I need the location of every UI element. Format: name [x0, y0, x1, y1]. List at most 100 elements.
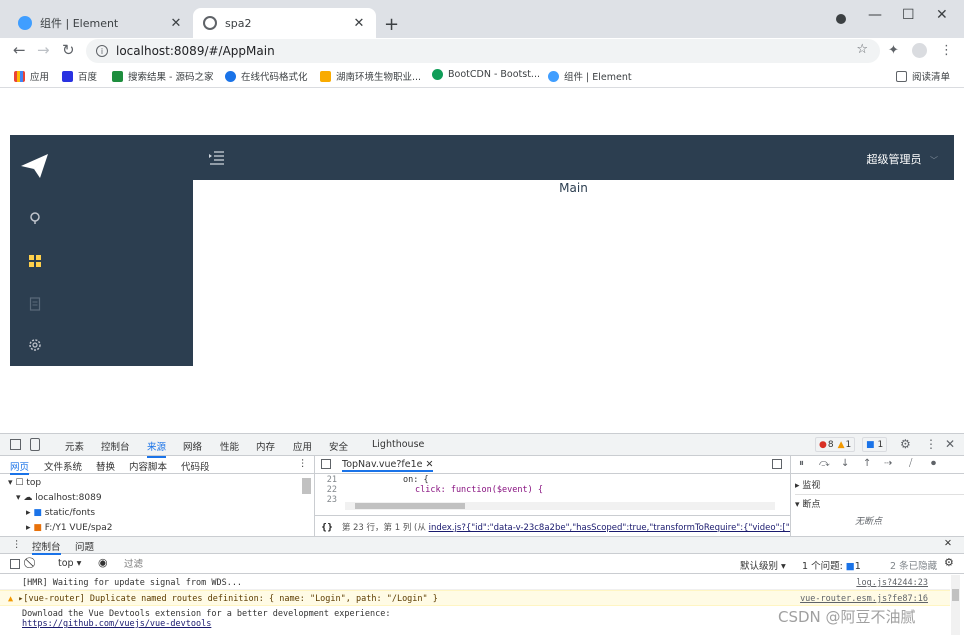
drawer-close-icon[interactable]: ✕: [944, 538, 952, 549]
nav-more-icon[interactable]: ⋮: [298, 458, 308, 469]
pause-on-exceptions-icon[interactable]: ⏺: [931, 458, 936, 469]
tab-application[interactable]: 应用: [293, 439, 312, 453]
maximize-button[interactable]: ☐: [902, 7, 915, 23]
paper-plane-logo-icon: [21, 154, 48, 178]
drawer-tab-console[interactable]: 控制台: [32, 539, 61, 555]
source-map-link[interactable]: index.js?{"id":"data-v-23c8a2be","hasSco…: [429, 523, 790, 533]
nav-tab-page[interactable]: 网页: [10, 459, 30, 475]
console-settings-icon[interactable]: ⚙: [944, 556, 954, 569]
devtools-close-icon[interactable]: ✕: [945, 437, 955, 451]
address-bar[interactable]: i localhost:8089/#/AppMain ☆: [86, 39, 880, 63]
error-warning-counter[interactable]: ● 8 ▲ 1: [815, 437, 856, 452]
tab-security[interactable]: 安全: [329, 439, 348, 453]
pretty-print-icon[interactable]: {}: [321, 523, 333, 533]
document-icon[interactable]: [28, 297, 42, 311]
editor-status-bar: {} 第 23 行，第 1 列 (从 index.js?{"id":"data-…: [315, 515, 790, 535]
close-tab-icon[interactable]: ✕: [352, 16, 366, 31]
bookmark-element[interactable]: 组件 | Element: [548, 69, 632, 83]
log-level-dropdown[interactable]: 默认级别 ▾: [740, 558, 786, 572]
bookmark-bootcdn[interactable]: BootCDN - Bootst...: [432, 69, 540, 80]
minimize-button[interactable]: —: [868, 7, 882, 23]
step-into-icon[interactable]: ↓: [841, 458, 849, 469]
tab-title: spa2: [225, 16, 252, 30]
breakpoints-section[interactable]: ▾ 断点: [795, 494, 964, 510]
step-over-icon[interactable]: ⤼: [819, 458, 830, 469]
tree-item-host[interactable]: ▾ ☁ localhost:8089: [16, 493, 102, 503]
close-file-icon[interactable]: ✕: [426, 459, 434, 470]
issues-button[interactable]: 1 个问题: ■1: [802, 558, 861, 572]
console-filter-input[interactable]: [124, 557, 724, 571]
new-tab-button[interactable]: +: [384, 14, 399, 35]
console-scrollbar[interactable]: [951, 575, 960, 635]
folder-icon: ■: [33, 508, 42, 518]
editor-file-tab[interactable]: TopNav.vue?fe1e ✕: [342, 459, 434, 472]
tab-search-icon[interactable]: [836, 14, 846, 24]
drawer-more-icon[interactable]: ⋮: [12, 539, 22, 550]
site-info-icon[interactable]: i: [96, 45, 108, 57]
issues-counter[interactable]: ■ 1: [862, 437, 888, 452]
nav-tab-content-scripts[interactable]: 内容脚本: [129, 459, 167, 473]
bookmark-search-results[interactable]: 搜索结果 - 源码之家: [112, 69, 213, 83]
editor-h-scrollbar[interactable]: [345, 502, 775, 510]
bookmark-hunan[interactable]: 湖南环境生物职业...: [320, 69, 421, 83]
close-window-button[interactable]: ✕: [936, 7, 948, 23]
message-source-link[interactable]: log.js?4244:23: [856, 578, 928, 588]
bookmark-code-format[interactable]: 在线代码格式化: [225, 69, 308, 83]
reading-list[interactable]: 阅读清单: [896, 69, 950, 83]
apps-grid-icon: [14, 70, 25, 82]
deactivate-breakpoints-icon[interactable]: ⧸: [909, 458, 912, 469]
devtools-panel: 元素 控制台 来源 网络 性能 内存 应用 安全 Lighthouse ● 8 …: [0, 433, 964, 635]
tab-network[interactable]: 网络: [183, 439, 202, 453]
show-sidebar-icon[interactable]: [10, 559, 20, 569]
reading-list-icon: [896, 70, 907, 82]
toggle-navigator-icon[interactable]: [321, 459, 331, 469]
inspect-element-icon[interactable]: [10, 439, 21, 450]
browser-tab-element[interactable]: 组件 | Element ✕: [8, 8, 193, 38]
tab-console[interactable]: 控制台: [101, 439, 130, 453]
live-expression-eye-icon[interactable]: ◉: [98, 556, 108, 569]
location-icon[interactable]: [28, 211, 42, 225]
extensions-icon[interactable]: ✦: [888, 43, 899, 58]
message-source-link[interactable]: vue-router.esm.js?fe87:16: [800, 594, 928, 604]
watch-section[interactable]: ▸ 监视: [795, 478, 820, 491]
nav-tab-filesystem[interactable]: 文件系统: [44, 459, 82, 473]
folder-icon: ■: [33, 523, 42, 533]
back-icon[interactable]: ←: [13, 41, 26, 59]
close-tab-icon[interactable]: ✕: [169, 16, 183, 31]
forward-icon[interactable]: →: [37, 41, 50, 59]
tree-item-project[interactable]: ▸ ■ F:/Y1 VUE/spa2: [26, 523, 113, 536]
browser-tab-spa2[interactable]: spa2 ✕: [193, 8, 376, 38]
hidden-messages-count: 2 条已隐藏: [890, 561, 938, 572]
navigator-scrollbar[interactable]: [302, 478, 311, 494]
url-text: localhost:8089/#/AppMain: [116, 44, 275, 58]
user-menu[interactable]: 超级管理员 ﹀: [867, 151, 939, 167]
tab-lighthouse[interactable]: Lighthouse: [372, 439, 424, 450]
tree-item-static-fonts[interactable]: ▸ ■ static/fonts: [26, 508, 95, 518]
tree-item-top[interactable]: ▾ ☐ top: [8, 478, 41, 488]
step-icon[interactable]: ⇢: [884, 458, 892, 469]
menu-grid-icon[interactable]: [28, 254, 42, 268]
pause-icon[interactable]: ⏸: [799, 458, 804, 469]
nav-tab-snippets[interactable]: 代码段: [181, 459, 210, 473]
menu-kebab-icon[interactable]: ⋮: [940, 43, 953, 58]
reload-icon[interactable]: ↻: [62, 41, 75, 59]
devtools-settings-icon[interactable]: ⚙: [900, 437, 911, 451]
tab-performance[interactable]: 性能: [220, 439, 239, 453]
bookmark-star-icon[interactable]: ☆: [856, 42, 868, 57]
tab-title: 组件 | Element: [40, 17, 119, 30]
bookmark-apps[interactable]: 应用: [14, 69, 49, 83]
tab-elements[interactable]: 元素: [65, 439, 84, 453]
bookmark-baidu[interactable]: 百度: [62, 69, 97, 83]
tab-memory[interactable]: 内存: [256, 439, 275, 453]
nav-tab-overrides[interactable]: 替换: [96, 459, 115, 473]
drawer-tab-issues[interactable]: 问题: [75, 539, 94, 553]
step-out-icon[interactable]: ↑: [863, 458, 871, 469]
device-toolbar-icon[interactable]: [30, 438, 40, 451]
devtools-more-icon[interactable]: ⋮: [925, 437, 937, 451]
menu-toggle-icon[interactable]: [209, 151, 225, 165]
profile-avatar-icon[interactable]: [912, 43, 927, 58]
toggle-debugger-icon[interactable]: [772, 459, 782, 469]
context-selector[interactable]: top ▾: [58, 558, 81, 569]
settings-icon[interactable]: [28, 338, 42, 352]
element-icon: [548, 70, 559, 82]
